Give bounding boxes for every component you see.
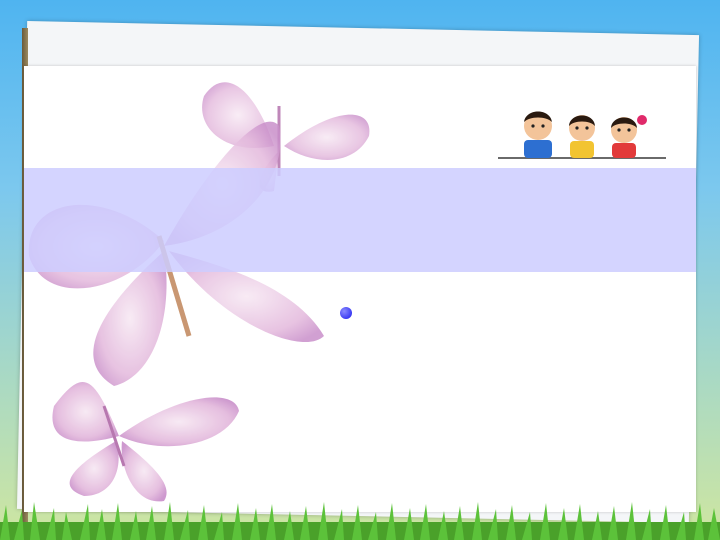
cartoon-children-icon [498,111,666,159]
grass-footer [0,502,720,540]
slide-body-text [366,290,684,430]
slide-title [420,190,600,240]
bullet-dot-icon [340,307,352,319]
butterfly-illustration [28,82,370,502]
